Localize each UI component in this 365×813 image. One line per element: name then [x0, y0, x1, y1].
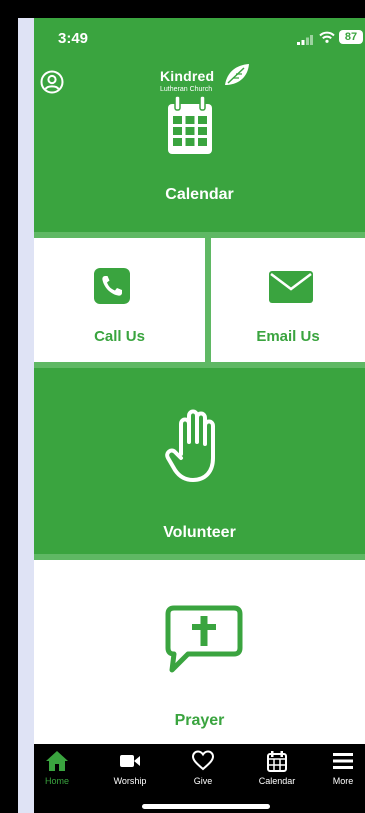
tab-label-home: Home — [44, 776, 69, 786]
signal-icon — [297, 35, 313, 45]
logo-name: Kindred — [160, 68, 215, 84]
video-camera-icon — [120, 755, 140, 767]
logo-subtitle: Lutheran Church — [160, 86, 213, 93]
home-indicator[interactable] — [142, 804, 270, 809]
home-icon — [46, 751, 68, 771]
call-us-label: Call Us — [94, 328, 145, 345]
device-frame-left — [0, 0, 20, 813]
calendar-icon — [168, 95, 212, 154]
calendar-icon — [267, 751, 287, 772]
tab-home[interactable]: Home — [34, 744, 90, 794]
tab-give[interactable]: Give — [170, 744, 236, 794]
volunteer-label: Volunteer — [163, 524, 236, 541]
tab-label-more: More — [332, 776, 354, 786]
profile-icon[interactable] — [40, 70, 64, 94]
menu-icon — [333, 753, 353, 769]
phone-icon — [94, 268, 130, 304]
app-screen: 3:49 87 Kindred Lutheran Church Calendar… — [34, 18, 365, 813]
device-frame-top — [0, 0, 365, 20]
tab-label-give: Give — [193, 776, 213, 786]
battery-indicator: 87 — [339, 30, 363, 44]
window-edge — [18, 18, 34, 813]
envelope-icon — [269, 271, 313, 303]
heart-icon — [192, 750, 214, 771]
tab-label-calendar: Calendar — [258, 776, 296, 786]
prayer-label: Prayer — [174, 712, 225, 729]
prayer-speech-bubble-icon — [165, 605, 243, 673]
status-bar: 3:49 87 — [34, 18, 365, 52]
volunteer-tile[interactable]: Volunteer — [34, 368, 365, 554]
leaf-logo-icon — [225, 64, 249, 85]
email-us-tile[interactable]: Email Us — [211, 238, 365, 362]
tab-bar: Home Worship Give Calendar More — [34, 744, 365, 813]
tab-worship[interactable]: Worship — [97, 744, 163, 794]
wifi-icon — [319, 31, 335, 43]
email-us-label: Email Us — [256, 328, 320, 345]
calendar-tile[interactable]: 3:49 87 Kindred Lutheran Church Calendar — [34, 18, 365, 232]
prayer-tile[interactable]: Prayer — [34, 560, 365, 744]
call-us-tile[interactable]: Call Us — [34, 238, 205, 362]
raised-hand-icon — [165, 409, 215, 482]
tab-more[interactable]: More — [318, 744, 365, 794]
calendar-label: Calendar — [165, 186, 234, 203]
status-time: 3:49 — [58, 30, 89, 47]
tab-calendar[interactable]: Calendar — [244, 744, 310, 794]
tab-label-worship: Worship — [113, 776, 147, 786]
